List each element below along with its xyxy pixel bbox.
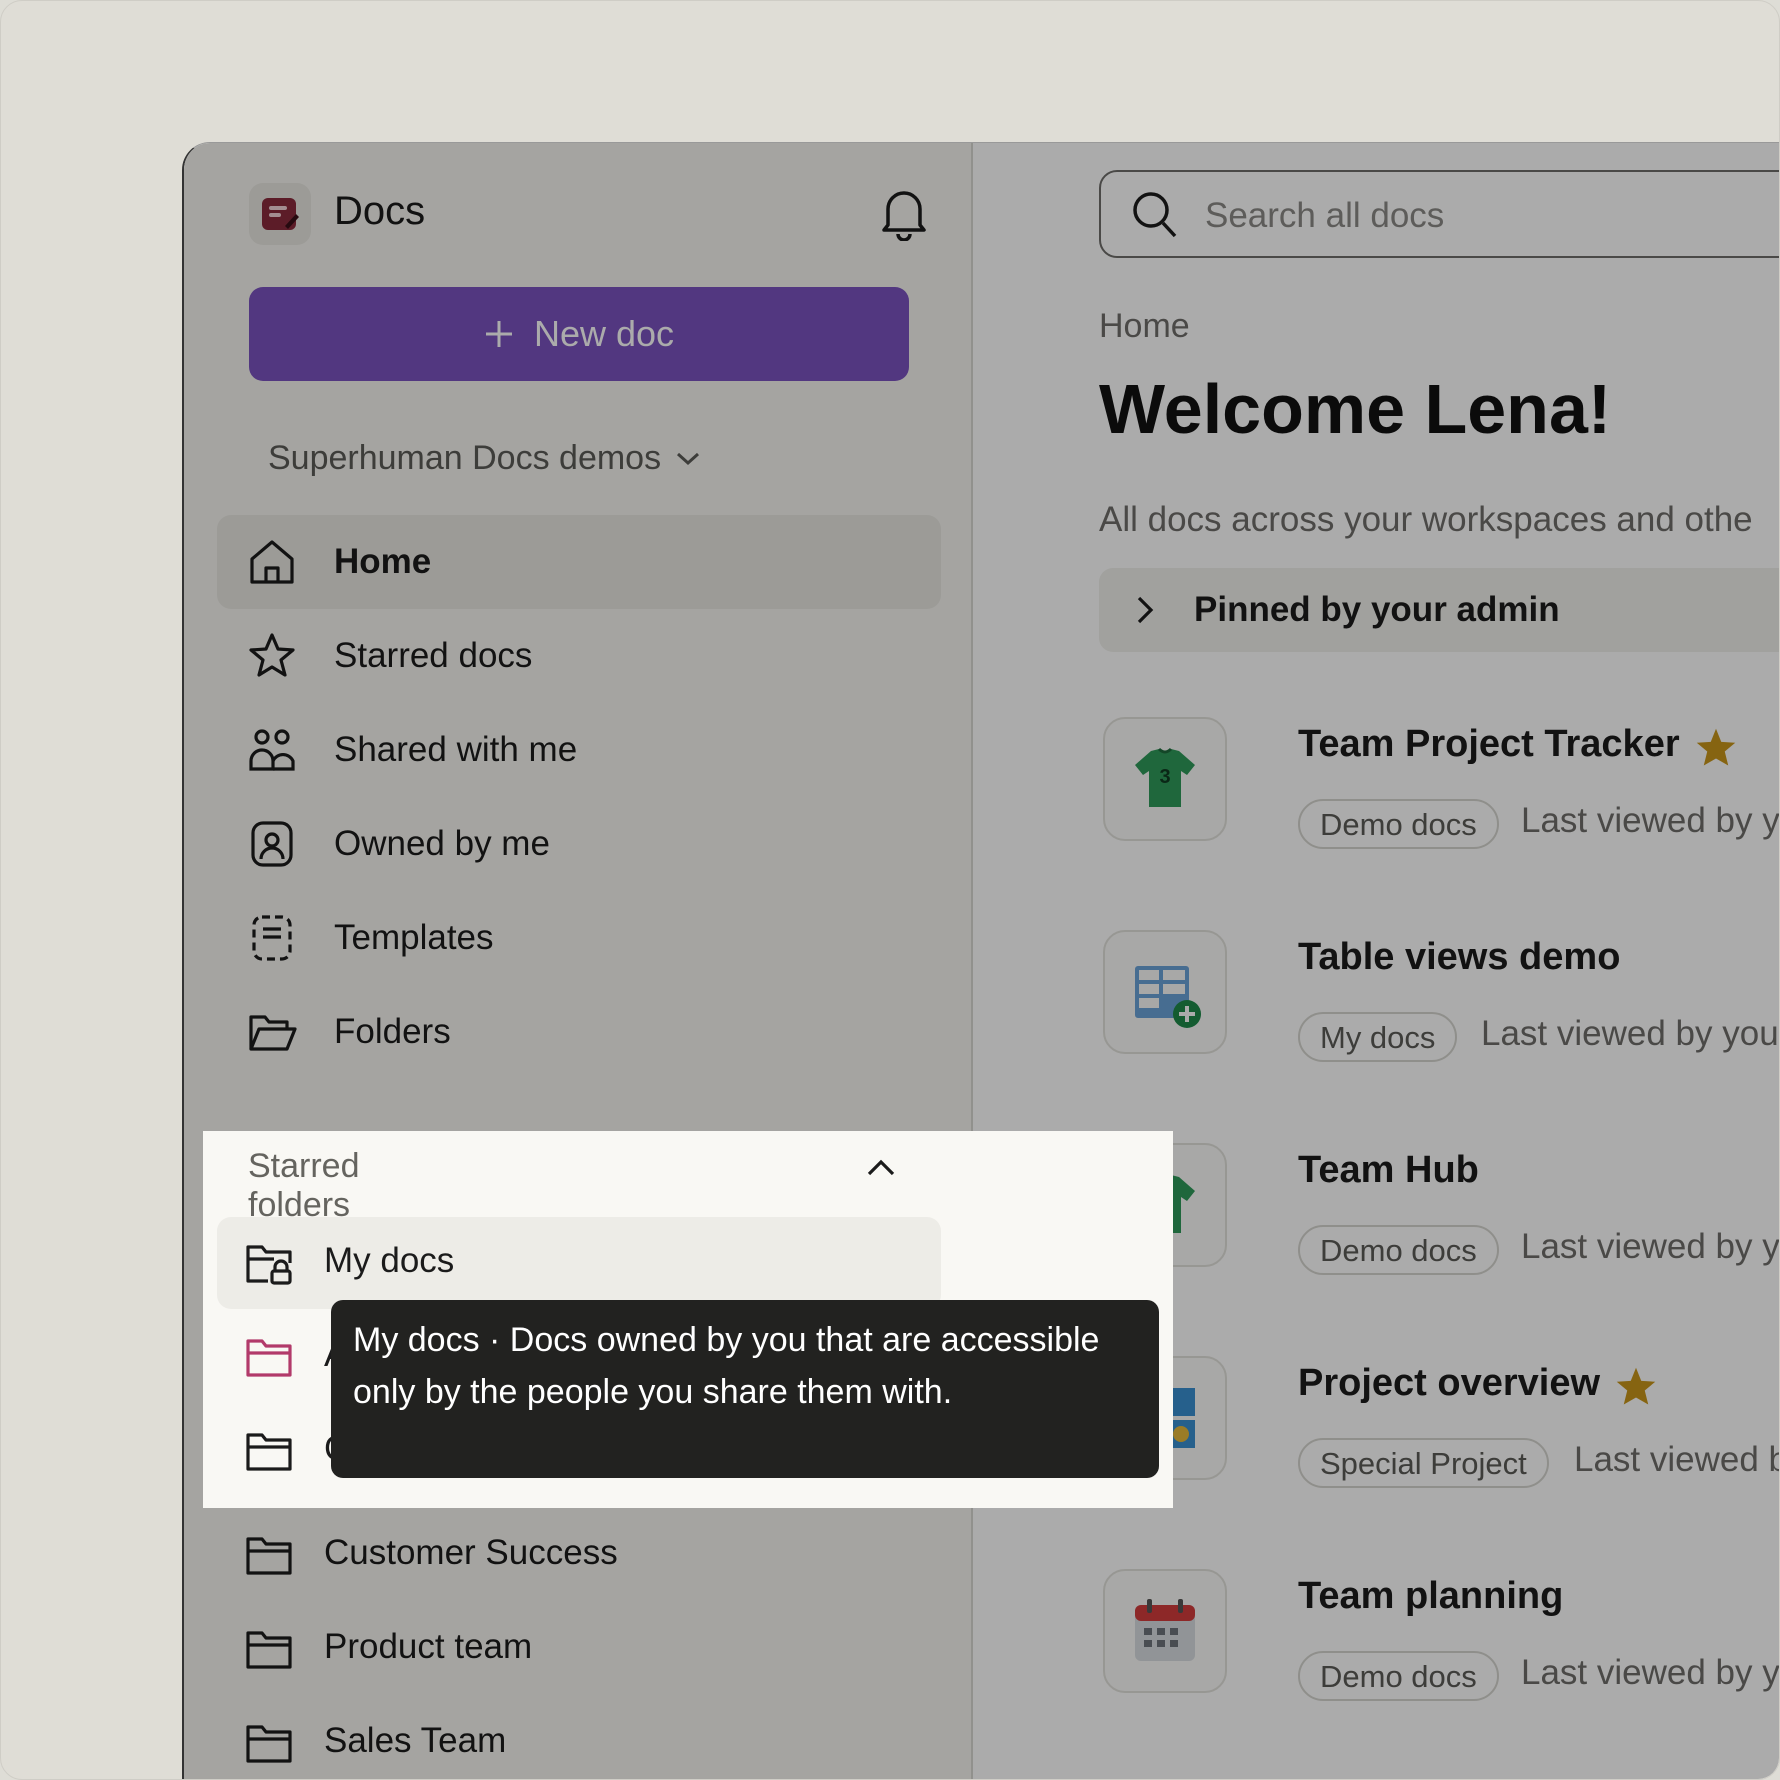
doc-row-project-overview[interactable]: Project overview Special Project Last vi…	[1099, 1356, 1780, 1496]
plus-icon	[485, 321, 512, 347]
folder-item-customer-success[interactable]: Customer Success	[217, 1509, 941, 1601]
workspace-tag: Special Project	[1298, 1438, 1549, 1488]
sidebar-item-shared[interactable]: Shared with me	[217, 703, 941, 797]
page-subtitle: All docs across your workspaces and othe	[1099, 500, 1753, 539]
last-viewed-text: Last viewed by y	[1521, 1653, 1780, 1692]
docs-logo-icon	[249, 183, 311, 245]
star-filled-icon	[1616, 1367, 1656, 1405]
home-icon	[250, 540, 294, 584]
folder-label: Product team	[324, 1627, 533, 1666]
workspace-switcher[interactable]: Superhuman Docs demos	[268, 439, 701, 478]
bell-icon[interactable]	[878, 185, 930, 246]
template-icon	[252, 915, 292, 961]
doc-title: Team planning	[1298, 1575, 1564, 1617]
last-viewed-text: Last viewed by y	[1521, 801, 1780, 840]
workspace-name: Superhuman Docs demos	[268, 439, 662, 477]
search-icon	[1133, 192, 1177, 238]
folder-icon	[246, 1631, 292, 1669]
app-window: Docs New doc Superhuman Docs demos Home …	[182, 142, 1780, 1779]
last-viewed-text: Last viewed b	[1574, 1440, 1780, 1479]
workspace-tag: Demo docs	[1298, 1651, 1499, 1701]
folder-open-icon	[249, 1015, 297, 1051]
table-add-icon	[1103, 930, 1227, 1054]
jersey-icon: 3	[1103, 717, 1227, 841]
sidebar-item-label: Folders	[334, 1012, 451, 1051]
search-placeholder: Search all docs	[1205, 196, 1445, 235]
doc-row-team-hub[interactable]: 3 Team Hub Demo docs Last viewed by y	[1099, 1143, 1780, 1283]
folder-label: My docs	[324, 1241, 455, 1280]
folder-icon	[246, 1537, 292, 1575]
user-badge-icon	[251, 821, 293, 867]
last-viewed-text: Last viewed by you	[1481, 1014, 1779, 1053]
workspace-tag: My docs	[1298, 1012, 1458, 1062]
sidebar-item-label: Shared with me	[334, 730, 578, 769]
chevron-down-icon	[677, 452, 700, 465]
workspace-tag: Demo docs	[1298, 1225, 1499, 1275]
folder-item-my-docs[interactable]: My docs	[217, 1217, 941, 1309]
page-title: Welcome Lena!	[1099, 370, 1612, 448]
doc-row-team-project-tracker[interactable]: 3 Team Project Tracker Demo docs Last vi…	[1099, 717, 1780, 857]
sidebar-item-starred[interactable]: Starred docs	[217, 609, 941, 703]
folder-icon	[246, 1725, 292, 1763]
locked-folder-icon	[246, 1245, 292, 1285]
pinned-label: Pinned by your admin	[1194, 590, 1560, 629]
sidebar-item-label: Templates	[334, 918, 494, 957]
sidebar-item-label: Owned by me	[334, 824, 550, 863]
sidebar-item-label: Starred docs	[334, 636, 533, 675]
folder-icon	[246, 1433, 292, 1471]
breadcrumb: Home	[1099, 307, 1190, 345]
search-input[interactable]: Search all docs	[1099, 170, 1779, 258]
new-doc-button[interactable]: New doc	[249, 287, 909, 381]
new-doc-label: New doc	[533, 313, 675, 354]
sidebar-item-label: Home	[334, 542, 432, 581]
workspace-tag: Demo docs	[1298, 799, 1499, 849]
star-filled-icon	[1696, 728, 1736, 766]
people-icon	[249, 729, 295, 771]
folder-item-product-team[interactable]: Product team	[217, 1603, 941, 1695]
doc-row-table-views-demo[interactable]: Table views demo My docs Last viewed by …	[1099, 930, 1779, 1070]
folder-tooltip: My docs · Docs owned by you that are acc…	[331, 1300, 1159, 1478]
doc-row-team-planning[interactable]: Team planning Demo docs Last viewed by y	[1099, 1569, 1780, 1709]
folder-icon	[246, 1339, 292, 1377]
sidebar-item-templates[interactable]: Templates	[217, 891, 941, 985]
last-viewed-text: Last viewed by y	[1521, 1227, 1780, 1266]
folder-label: Customer Success	[324, 1533, 618, 1572]
chevron-up-icon[interactable]	[866, 1158, 896, 1178]
folder-label: Sales Team	[324, 1721, 507, 1760]
app-title: Docs	[334, 189, 426, 233]
calendar-icon	[1103, 1569, 1227, 1693]
chevron-right-icon	[1137, 596, 1154, 624]
svg-text:3: 3	[1159, 766, 1170, 788]
folder-item-sales-team[interactable]: Sales Team	[217, 1697, 941, 1779]
sidebar-item-home[interactable]: Home	[217, 515, 941, 609]
pinned-section-toggle[interactable]: Pinned by your admin	[1099, 568, 1779, 652]
sidebar-item-folders[interactable]: Folders	[217, 985, 941, 1079]
background-frame: Docs New doc Superhuman Docs demos Home …	[0, 0, 1780, 1780]
sidebar-item-owned[interactable]: Owned by me	[217, 797, 941, 891]
starred-folders-title: Starred folders	[248, 1147, 360, 1224]
doc-title: Project overview	[1298, 1362, 1601, 1404]
star-icon	[249, 633, 295, 677]
doc-title: Table views demo	[1298, 936, 1621, 978]
doc-title: Team Project Tracker	[1298, 723, 1680, 765]
doc-title: Team Hub	[1298, 1149, 1479, 1191]
main-content: Search all docs Home Welcome Lena! All d…	[973, 143, 1780, 1779]
